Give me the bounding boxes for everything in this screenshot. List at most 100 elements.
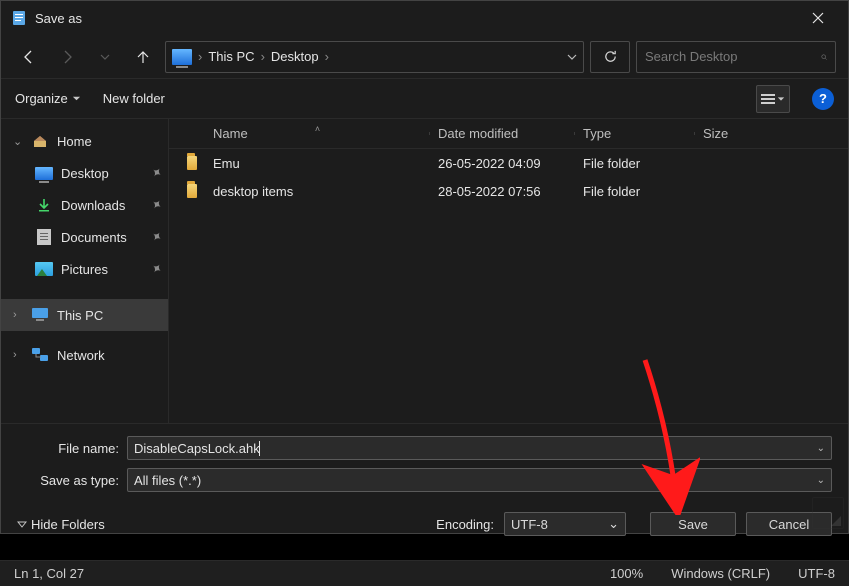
document-icon (35, 229, 53, 245)
close-button[interactable] (795, 1, 840, 35)
filename-label: File name: (17, 441, 127, 456)
main-area: ⌄ Home Desktop ✦ Downloads ✦ Docum (1, 119, 848, 423)
download-icon (35, 197, 53, 213)
status-zoom[interactable]: 100% (596, 561, 657, 586)
file-date: 26-05-2022 04:09 (430, 156, 575, 171)
sidebar-item-label: Downloads (61, 198, 125, 213)
pc-icon (31, 307, 49, 323)
list-view-icon (761, 93, 775, 105)
save-as-dialog: Save as › This PC › Desktop › (0, 0, 849, 534)
status-cursor-pos: Ln 1, Col 27 (0, 561, 98, 586)
title-bar: Save as (1, 1, 848, 35)
column-headers: ˄Name Date modified Type Size (169, 119, 848, 149)
sidebar-item-desktop[interactable]: Desktop ✦ (1, 157, 168, 189)
breadcrumb-current[interactable]: Desktop (267, 42, 323, 72)
address-bar[interactable]: › This PC › Desktop › (165, 41, 584, 73)
chevron-right-icon[interactable]: › (13, 309, 23, 321)
sort-asc-icon: ˄ (315, 124, 320, 134)
encoding-value: UTF-8 (511, 517, 548, 532)
refresh-button[interactable] (590, 41, 630, 73)
status-eol: Windows (CRLF) (657, 561, 784, 586)
sidebar-item-home[interactable]: ⌄ Home (1, 125, 168, 157)
column-header-date[interactable]: Date modified (430, 126, 575, 141)
resize-grip[interactable] (812, 497, 844, 529)
navigation-bar: › This PC › Desktop › (1, 35, 848, 79)
file-row[interactable]: Emu 26-05-2022 04:09 File folder (169, 149, 848, 177)
back-button[interactable] (13, 41, 45, 73)
chevron-right-icon: › (196, 49, 204, 64)
chevron-down-icon (72, 94, 81, 103)
saveastype-field[interactable]: All files (*.*) ⌄ (127, 468, 832, 492)
chevron-down-icon[interactable]: ⌄ (817, 443, 825, 454)
column-header-name[interactable]: ˄Name (205, 126, 430, 141)
sidebar-item-documents[interactable]: Documents ✦ (1, 221, 168, 253)
filename-value: DisableCapsLock.ahk (134, 441, 260, 456)
notepad-icon (11, 10, 27, 26)
dialog-title: Save as (35, 11, 795, 26)
hide-folders-button[interactable]: Hide Folders (17, 517, 105, 532)
sidebar-item-thispc[interactable]: › This PC (1, 299, 168, 331)
encoding-select[interactable]: UTF-8 ⌄ (504, 512, 626, 536)
file-row[interactable]: desktop items 28-05-2022 07:56 File fold… (169, 177, 848, 205)
search-icon (821, 50, 827, 64)
chevron-down-icon: ⌄ (608, 516, 619, 532)
sidebar-item-label: Home (57, 134, 92, 149)
file-type: File folder (575, 156, 695, 171)
filename-field[interactable]: DisableCapsLock.ahk ⌄ (127, 436, 832, 460)
saveastype-value: All files (*.*) (134, 473, 201, 488)
breadcrumb-root[interactable]: This PC (204, 42, 258, 72)
desktop-icon (35, 167, 53, 180)
view-options-button[interactable] (756, 85, 790, 113)
file-date: 28-05-2022 07:56 (430, 184, 575, 199)
folder-icon (187, 156, 197, 170)
chevron-down-icon (17, 519, 27, 529)
sidebar-item-label: Documents (61, 230, 127, 245)
file-name: Emu (205, 156, 430, 171)
toolbar: Organize New folder ? (1, 79, 848, 119)
pin-icon: ✦ (147, 259, 165, 278)
pin-icon: ✦ (147, 195, 165, 214)
home-icon (31, 133, 49, 149)
sidebar-item-downloads[interactable]: Downloads ✦ (1, 189, 168, 221)
sidebar-item-network[interactable]: › Network (1, 339, 168, 371)
chevron-down-icon (777, 95, 785, 103)
action-bar: Hide Folders Encoding: UTF-8 ⌄ Save Canc… (1, 502, 848, 550)
status-encoding: UTF-8 (784, 561, 849, 586)
sidebar-item-label: Pictures (61, 262, 108, 277)
help-button[interactable]: ? (812, 88, 834, 110)
save-button[interactable]: Save (650, 512, 736, 536)
text-cursor (259, 441, 260, 456)
search-input[interactable] (645, 49, 821, 64)
pin-icon: ✦ (147, 227, 165, 246)
save-form: File name: DisableCapsLock.ahk ⌄ Save as… (1, 423, 848, 502)
new-folder-button[interactable]: New folder (103, 91, 165, 106)
sidebar-item-label: Network (57, 348, 105, 363)
pin-icon: ✦ (147, 163, 165, 182)
encoding-label: Encoding: (436, 517, 494, 532)
file-list-area: ˄Name Date modified Type Size Emu 26-05-… (169, 119, 848, 423)
sidebar-item-pictures[interactable]: Pictures ✦ (1, 253, 168, 285)
column-header-type[interactable]: Type (575, 126, 695, 141)
folder-icon (187, 184, 197, 198)
navigation-sidebar: ⌄ Home Desktop ✦ Downloads ✦ Docum (1, 119, 169, 423)
column-header-size[interactable]: Size (695, 126, 775, 141)
sidebar-item-label: Desktop (61, 166, 109, 181)
saveastype-label: Save as type: (17, 473, 127, 488)
forward-button[interactable] (51, 41, 83, 73)
organize-button[interactable]: Organize (15, 91, 81, 106)
pictures-icon (35, 261, 53, 277)
network-icon (31, 347, 49, 363)
recent-locations-button[interactable] (89, 41, 121, 73)
up-button[interactable] (127, 41, 159, 73)
chevron-right-icon[interactable]: › (13, 349, 23, 361)
file-name: desktop items (205, 184, 430, 199)
status-bar: Ln 1, Col 27 100% Windows (CRLF) UTF-8 (0, 560, 849, 586)
chevron-down-icon[interactable] (567, 52, 577, 62)
chevron-down-icon[interactable]: ⌄ (817, 475, 825, 486)
sidebar-item-label: This PC (57, 308, 103, 323)
chevron-right-icon: › (323, 49, 331, 64)
file-type: File folder (575, 184, 695, 199)
chevron-down-icon[interactable]: ⌄ (13, 135, 23, 148)
chevron-right-icon: › (259, 49, 267, 64)
search-box[interactable] (636, 41, 836, 73)
